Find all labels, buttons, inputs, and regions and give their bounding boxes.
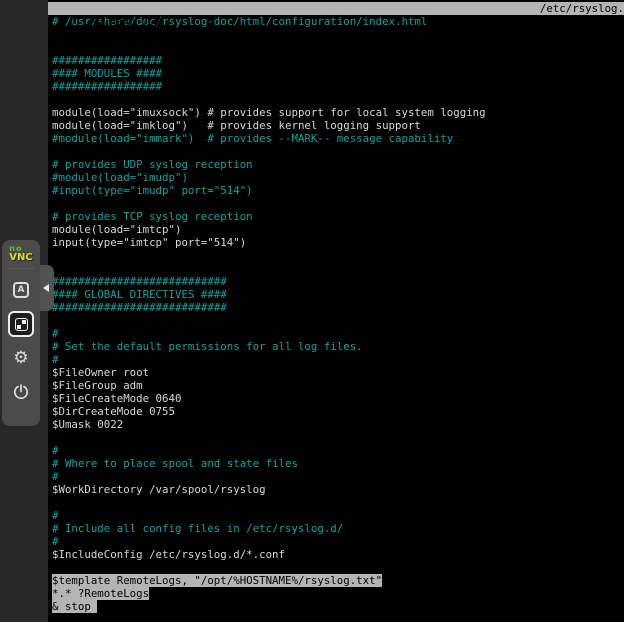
selected-text: $template RemoteLogs, "/opt/%HOSTNAME%/r…: [52, 574, 382, 587]
terminal-line: $WorkDirectory /var/spool/rsyslog: [52, 483, 624, 496]
nano-version-label: GNU nano 7.2: [74, 15, 162, 28]
disconnect-button[interactable]: [8, 379, 34, 405]
terminal-line: module(load="imklog") # provides kernel …: [52, 119, 624, 132]
terminal-line: $template RemoteLogs, "/opt/%HOSTNAME%/r…: [52, 574, 624, 587]
novnc-logo-vnc: VNC: [9, 253, 32, 263]
terminal-line: [52, 262, 624, 275]
terminal-line: #################: [52, 80, 624, 93]
terminal-line: #### GLOBAL DIRECTIVES ####: [52, 288, 624, 301]
chevron-left-icon: [43, 284, 49, 292]
terminal-line: $FileCreateMode 0640: [52, 392, 624, 405]
terminal-line: #module(load="immark") # provides --MARK…: [52, 132, 624, 145]
terminal-window[interactable]: GNU nano 7.2 /etc/rsyslog. # /usr/share/…: [48, 0, 624, 622]
selected-text: *.* ?RemoteLogs: [52, 587, 149, 600]
terminal-line: ###########################: [52, 301, 624, 314]
terminal-line: *.* ?RemoteLogs: [52, 587, 624, 600]
terminal-line: #module(load="imudp"): [52, 171, 624, 184]
terminal-line: ###########################: [52, 275, 624, 288]
terminal-line: $Umask 0022: [52, 418, 624, 431]
nano-filename-label: /etc/rsyslog.: [540, 2, 624, 15]
terminal-line: # provides UDP syslog reception: [52, 158, 624, 171]
terminal-line: [52, 249, 624, 262]
terminal-line: #input(type="imudp" port="514"): [52, 184, 624, 197]
terminal-line: #: [52, 470, 624, 483]
fullscreen-icon: [15, 318, 28, 331]
novnc-logo: no VNC: [9, 245, 32, 263]
terminal-line: #: [52, 535, 624, 548]
terminal-line: [52, 561, 624, 574]
terminal-line: [52, 28, 624, 41]
selected-text: & stop: [52, 600, 97, 613]
terminal-line: #################: [52, 54, 624, 67]
gear-icon: ⚙: [13, 350, 28, 367]
panel-divider: [8, 268, 34, 269]
terminal-line: [52, 145, 624, 158]
terminal-line: [52, 197, 624, 210]
terminal-line: $IncludeConfig /etc/rsyslog.d/*.conf: [52, 548, 624, 561]
terminal-line: #### MODULES ####: [52, 67, 624, 80]
terminal-line: #: [52, 327, 624, 340]
terminal-line: # Set the default permissions for all lo…: [52, 340, 624, 353]
terminal-line: input(type="imtcp" port="514"): [52, 236, 624, 249]
terminal-line: & stop: [52, 600, 624, 613]
terminal-line: # Where to place spool and state files: [52, 457, 624, 470]
terminal-line: $FileOwner root: [52, 366, 624, 379]
terminal-line: module(load="imuxsock") # provides suppo…: [52, 106, 624, 119]
vnc-control-panel: no VNC A ⚙: [2, 240, 40, 426]
vnc-panel-collapse-handle[interactable]: [38, 265, 54, 311]
nano-titlebar: GNU nano 7.2 /etc/rsyslog.: [48, 2, 624, 15]
terminal-line: [52, 314, 624, 327]
extra-keys-button[interactable]: A: [8, 277, 34, 303]
terminal-line: #: [52, 509, 624, 522]
terminal-line: [52, 41, 624, 54]
settings-button[interactable]: ⚙: [8, 345, 34, 371]
keyboard-key-a-icon: A: [13, 282, 29, 298]
fullscreen-button[interactable]: [8, 311, 34, 337]
power-icon: [12, 383, 30, 401]
terminal-line: # Include all config files in /etc/rsysl…: [52, 522, 624, 535]
terminal-line: # provides TCP syslog reception: [52, 210, 624, 223]
terminal-line: [52, 431, 624, 444]
terminal-line: $FileGroup adm: [52, 379, 624, 392]
terminal-line: [52, 496, 624, 509]
terminal-content[interactable]: # /usr/share/doc/rsyslog-doc/html/config…: [48, 15, 624, 613]
terminal-line: module(load="imtcp"): [52, 223, 624, 236]
terminal-line: #: [52, 444, 624, 457]
terminal-line: $DirCreateMode 0755: [52, 405, 624, 418]
terminal-line: [52, 93, 624, 106]
terminal-line: #: [52, 353, 624, 366]
